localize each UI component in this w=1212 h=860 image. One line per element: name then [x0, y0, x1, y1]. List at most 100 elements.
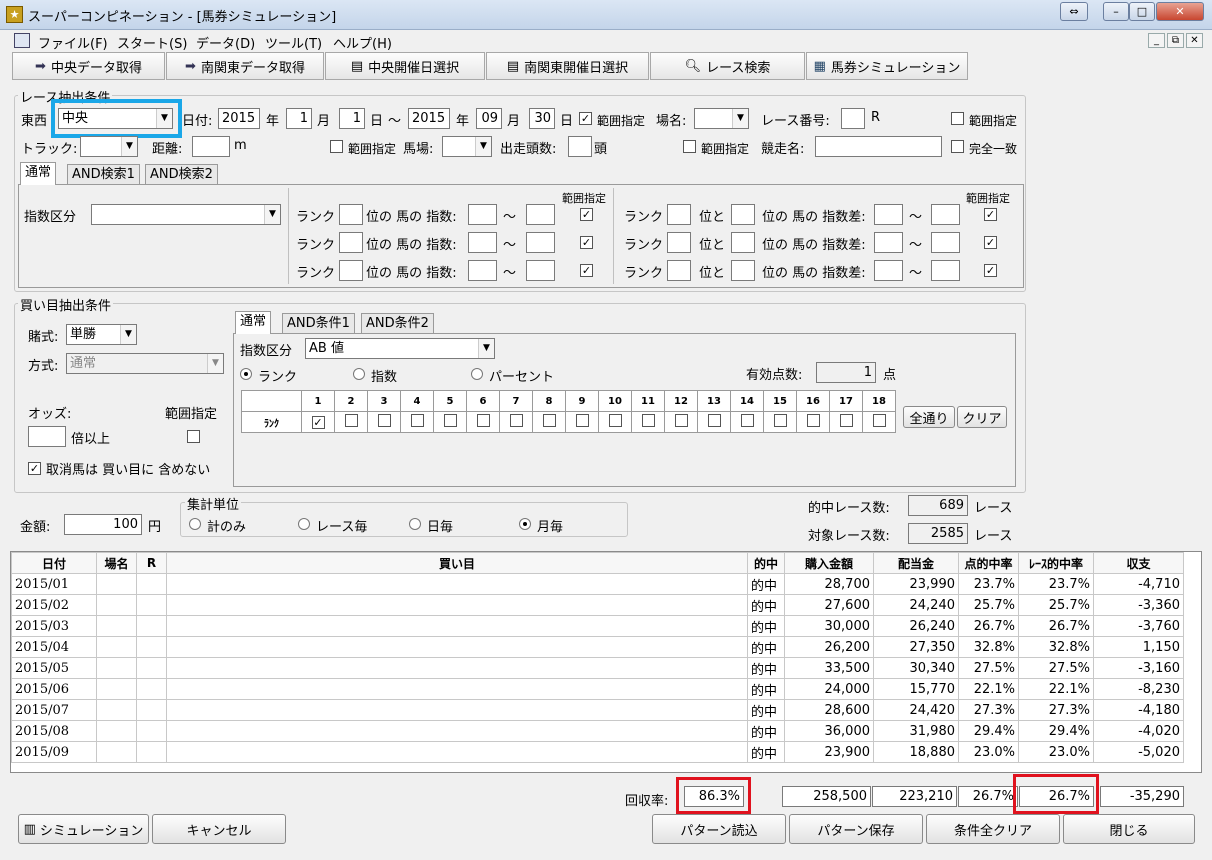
table-row[interactable]: 2015/07 的中 28,600 24,420 27.3% 27.3% -4,180 — [11, 699, 1184, 721]
left-rank-input[interactable] — [339, 260, 363, 281]
clear-button[interactable]: クリア — [957, 406, 1007, 428]
column-header[interactable]: 収支 — [1093, 552, 1184, 574]
restore-icon[interactable]: ⇔ — [1060, 2, 1088, 21]
rank-checkbox[interactable] — [740, 414, 754, 427]
menu-start[interactable]: スタート(S) — [117, 33, 187, 52]
table-row[interactable]: 2015/08 的中 36,000 31,980 29.4% 29.4% -4,020 — [11, 720, 1184, 742]
baba-select[interactable]: ▼ — [442, 136, 492, 157]
rank-checkbox[interactable] — [476, 414, 490, 427]
minimize-button[interactable]: – — [1103, 2, 1129, 21]
right-diff-from-input[interactable] — [874, 204, 903, 225]
odds-range-checkbox[interactable] — [187, 430, 200, 443]
mdi-restore-button[interactable]: ⧉ — [1167, 33, 1184, 48]
radio-total-only[interactable] — [189, 518, 201, 530]
amount-input[interactable]: 100 — [64, 514, 142, 535]
pattern-save-button[interactable]: パターン保存 — [789, 814, 923, 844]
central-data-fetch-button[interactable]: ➡ 中央データ取得 — [12, 52, 165, 80]
right-rank2-input[interactable] — [731, 260, 755, 281]
radio-per-race[interactable] — [298, 518, 310, 530]
menu-help[interactable]: ヘルプ(H) — [333, 33, 392, 52]
right-rank1-input[interactable] — [667, 204, 691, 225]
right-rank1-input[interactable] — [667, 260, 691, 281]
column-header[interactable]: 買い目 — [166, 552, 748, 574]
central-date-select-button[interactable]: ▤ 中央開催日選択 — [325, 52, 485, 80]
table-row[interactable]: 2015/05 的中 33,500 30,340 27.5% 27.5% -3,160 — [11, 657, 1184, 679]
radio-per-month[interactable] — [519, 518, 531, 530]
track-select[interactable]: ▼ — [80, 136, 138, 157]
tab-race-normal[interactable]: 通常 — [20, 162, 57, 185]
menu-tools[interactable]: ツール(T) — [265, 33, 322, 52]
heads-range-checkbox[interactable] — [683, 140, 696, 153]
column-header[interactable]: 場名 — [96, 552, 137, 574]
race-no-range-checkbox[interactable] — [951, 112, 964, 125]
rank-checkbox[interactable] — [773, 414, 787, 427]
pattern-load-button[interactable]: パターン読込 — [652, 814, 786, 844]
exclude-scratched-checkbox[interactable]: ✓ — [28, 462, 41, 475]
radio-per-day[interactable] — [409, 518, 421, 530]
from-day-input[interactable]: 1 — [339, 108, 365, 129]
rank-checkbox[interactable] — [839, 414, 853, 427]
nankanto-date-select-button[interactable]: ▤ 南関東開催日選択 — [486, 52, 649, 80]
race-search-button[interactable]: 🔍︎ レース検索 — [650, 52, 805, 80]
right-range-checkbox[interactable]: ✓ — [984, 208, 997, 221]
mdi-minimize-button[interactable]: _ — [1148, 33, 1165, 48]
select-all-button[interactable]: 全通り — [903, 406, 955, 428]
close-window-button[interactable]: ✕ — [1156, 2, 1204, 21]
left-index-to-input[interactable] — [526, 232, 555, 253]
tab-buy-and1[interactable]: AND条件1 — [282, 313, 355, 334]
left-index-from-input[interactable] — [468, 260, 497, 281]
betting-simulation-button[interactable]: ▦ 馬券シミュレーション — [806, 52, 968, 80]
left-range-checkbox[interactable]: ✓ — [580, 264, 593, 277]
column-header[interactable]: 配当金 — [873, 552, 959, 574]
buy-index-select[interactable]: AB 値 ▼ — [305, 338, 495, 359]
right-diff-from-input[interactable] — [874, 232, 903, 253]
rank-checkbox[interactable] — [641, 414, 655, 427]
to-month-input[interactable]: 09 — [476, 108, 502, 129]
rank-checkbox[interactable] — [674, 414, 688, 427]
tab-race-and2[interactable]: AND検索2 — [145, 164, 218, 185]
menu-file[interactable]: ファイル(F) — [38, 33, 108, 52]
menu-data[interactable]: データ(D) — [196, 33, 255, 52]
nankanto-data-fetch-button[interactable]: ➡ 南関東データ取得 — [166, 52, 324, 80]
radio-rank[interactable] — [240, 368, 252, 380]
table-row[interactable]: 2015/03 的中 30,000 26,240 26.7% 26.7% -3,760 — [11, 615, 1184, 637]
index-kubun-select[interactable]: ▼ — [91, 204, 281, 225]
simulate-button[interactable]: ▥ シミュレーション — [18, 814, 149, 844]
distance-range-checkbox[interactable] — [330, 140, 343, 153]
bet-type-select[interactable]: 単勝 ▼ — [66, 324, 137, 345]
odds-input[interactable] — [28, 426, 66, 447]
to-day-input[interactable]: 30 — [529, 108, 555, 129]
close-button[interactable]: 閉じる — [1063, 814, 1195, 844]
place-select[interactable]: ▼ — [694, 108, 749, 129]
date-range-checkbox[interactable]: ✓ — [579, 112, 592, 125]
rank-checkbox[interactable] — [344, 414, 358, 427]
right-diff-to-input[interactable] — [931, 204, 960, 225]
table-row[interactable]: 2015/02 的中 27,600 24,240 25.7% 25.7% -3,360 — [11, 594, 1184, 616]
rank-checkbox[interactable] — [872, 414, 886, 427]
tab-race-and1[interactable]: AND検索1 — [67, 164, 140, 185]
radio-percent[interactable] — [471, 368, 483, 380]
race-name-input[interactable] — [815, 136, 942, 157]
column-header[interactable]: R — [136, 552, 167, 574]
column-header[interactable]: 日付 — [11, 552, 97, 574]
rank-checkbox[interactable] — [707, 414, 721, 427]
exact-match-checkbox[interactable] — [951, 140, 964, 153]
rank-checkbox[interactable] — [575, 414, 589, 427]
race-no-input[interactable] — [841, 108, 865, 129]
method-select[interactable]: 通常 ▼ — [66, 353, 224, 374]
column-header[interactable]: 購入金額 — [784, 552, 874, 574]
left-index-from-input[interactable] — [468, 204, 497, 225]
cancel-button[interactable]: キャンセル — [152, 814, 286, 844]
tab-buy-normal[interactable]: 通常 — [235, 311, 272, 334]
table-row[interactable]: 2015/09 的中 23,900 18,880 23.0% 23.0% -5,020 — [11, 741, 1184, 763]
right-rank1-input[interactable] — [667, 232, 691, 253]
right-range-checkbox[interactable]: ✓ — [984, 264, 997, 277]
rank-checkbox[interactable]: ✓ — [311, 415, 325, 429]
from-year-input[interactable]: 2015 — [218, 108, 260, 129]
rank-checkbox[interactable] — [410, 414, 424, 427]
heads-input[interactable] — [568, 136, 592, 157]
mdi-close-button[interactable]: ✕ — [1186, 33, 1203, 48]
left-range-checkbox[interactable]: ✓ — [580, 236, 593, 249]
rank-checkbox[interactable] — [608, 414, 622, 427]
table-row[interactable]: 2015/04 的中 26,200 27,350 32.8% 32.8% 1,150 — [11, 636, 1184, 658]
